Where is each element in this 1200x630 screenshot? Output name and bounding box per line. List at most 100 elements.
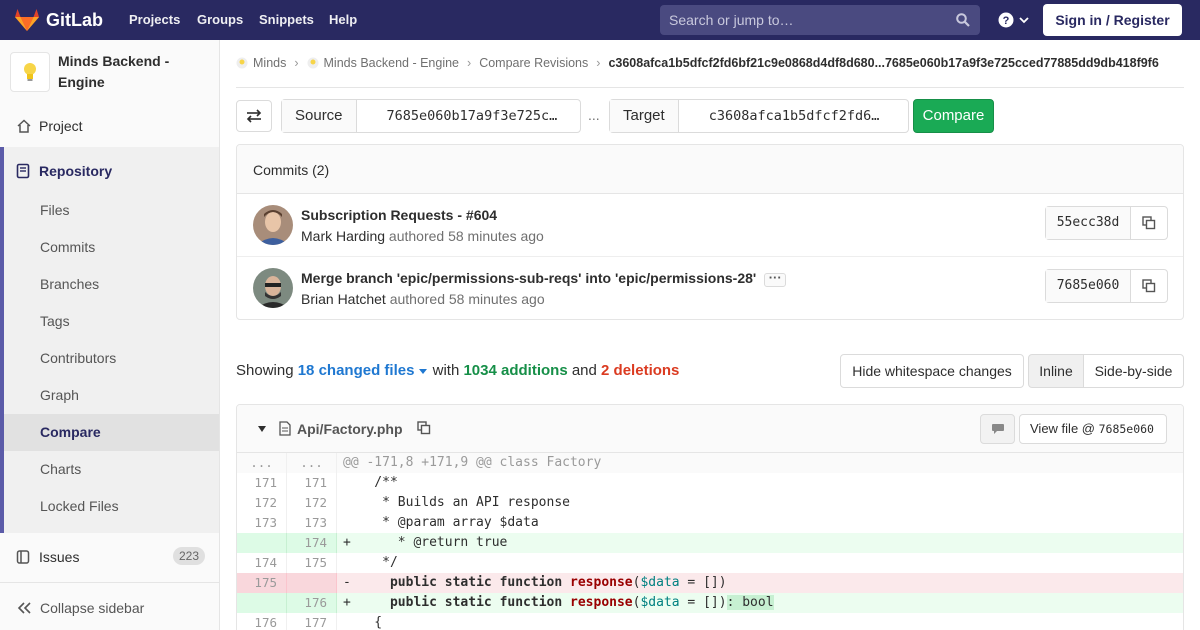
commits-title: Commits (2) (253, 162, 330, 178)
svg-text:?: ? (1003, 15, 1010, 27)
sidebar-item-issues[interactable]: Issues 223 (0, 547, 219, 567)
gitlab-logo[interactable]: GitLab (14, 8, 103, 32)
copy-icon (1142, 279, 1156, 293)
sidebar-item-tags[interactable]: Tags (40, 313, 70, 329)
sidebar-item-commits[interactable]: Commits (40, 239, 95, 255)
collapse-sidebar-label: Collapse sidebar (40, 600, 145, 616)
nav-snippets[interactable]: Snippets (259, 12, 314, 27)
signin-register-button[interactable]: Sign in / Register (1043, 4, 1182, 36)
diff-summary: Showing 18 changed files with 1034 addit… (236, 362, 679, 379)
file-header: Api/Factory.php View file @ 7685e060 (237, 405, 1183, 453)
commit-author[interactable]: Brian Hatchet (301, 291, 386, 307)
hide-whitespace-button[interactable]: Hide whitespace changes (840, 354, 1024, 388)
old-line-number[interactable]: 174 (237, 553, 287, 573)
nav-help[interactable]: Help (329, 12, 357, 27)
old-line-number[interactable]: 173 (237, 513, 287, 533)
commit-meta: Brian Hatchet authored 58 minutes ago (301, 291, 545, 307)
sidebar-item-graph[interactable]: Graph (40, 387, 79, 403)
inline-view-button[interactable]: Inline (1028, 354, 1084, 388)
sidebar-item-contributors[interactable]: Contributors (40, 350, 116, 366)
sidebar-item-branches[interactable]: Branches (40, 276, 99, 292)
help-icon: ? (998, 12, 1014, 28)
help-dropdown[interactable]: ? (998, 12, 1030, 28)
new-line-number[interactable]: 172 (287, 493, 337, 513)
toggle-comments-button[interactable] (980, 414, 1015, 444)
top-navbar: GitLab Projects Groups Snippets Help Sea… (0, 0, 1200, 40)
file-icon (279, 421, 291, 436)
chevron-down-icon (1019, 17, 1029, 24)
new-line-number[interactable]: 173 (287, 513, 337, 533)
source-revision-value[interactable]: 7685e060b17a9f3e725c… (357, 100, 558, 132)
lightbulb-icon (24, 63, 36, 81)
caret-down-icon[interactable] (257, 425, 267, 433)
avatar[interactable] (253, 268, 293, 308)
old-line-number[interactable]: 176 (237, 613, 287, 630)
diff-lines: ... ... @@ -171,8 +171,9 @@ class Factor… (237, 453, 1183, 630)
nav-groups[interactable]: Groups (197, 12, 243, 27)
commit-author[interactable]: Mark Harding (301, 228, 385, 244)
view-file-button[interactable]: View file @ 7685e060 (1019, 414, 1167, 444)
source-label: Source (282, 100, 357, 132)
summary-with: with (432, 362, 460, 379)
commit-title-text[interactable]: Merge branch 'epic/permissions-sub-reqs'… (301, 270, 756, 286)
diff-line-content: * Builds an API response (343, 495, 570, 510)
project-name[interactable]: Minds Backend - Engine (58, 51, 208, 93)
source-revision-selector[interactable]: Source 7685e060b17a9f3e725c… (281, 99, 581, 133)
diff-line-content: @@ -171,8 +171,9 @@ class Factory (343, 455, 602, 470)
breadcrumb-compare-revisions[interactable]: Compare Revisions (479, 56, 588, 70)
commits-header: Commits (2) (237, 145, 1183, 194)
new-line-number[interactable]: 175 (287, 553, 337, 573)
breadcrumb-minds[interactable]: Minds (253, 56, 286, 70)
repository-section (0, 147, 219, 533)
search-input[interactable]: Search or jump to… (660, 5, 980, 35)
file-path[interactable]: Api/Factory.php (297, 421, 403, 437)
comment-icon (991, 424, 1004, 434)
commit-title: Merge branch 'epic/permissions-sub-reqs'… (301, 270, 787, 287)
avatar[interactable] (253, 205, 293, 245)
copy-sha-button[interactable] (1131, 207, 1167, 239)
side-by-side-view-button[interactable]: Side-by-side (1083, 354, 1184, 388)
new-line-number[interactable]: 176 (287, 593, 337, 613)
deletions-count: 2 deletions (601, 362, 680, 379)
search-icon (956, 13, 970, 27)
commit-sha[interactable]: 55ecc38d (1046, 207, 1131, 239)
swap-revisions-button[interactable] (236, 100, 272, 132)
commit-title[interactable]: Subscription Requests - #604 (301, 207, 497, 223)
sidebar-item-repository[interactable]: Repository (0, 161, 219, 181)
commit-sha[interactable]: 7685e060 (1046, 270, 1131, 302)
collapse-sidebar-button[interactable]: Collapse sidebar (0, 598, 219, 618)
project-avatar-icon (307, 57, 319, 69)
new-line-number[interactable]: ... (287, 453, 337, 473)
copy-icon[interactable] (417, 421, 431, 435)
old-line-number[interactable]: ... (237, 453, 287, 473)
nav-projects[interactable]: Projects (129, 12, 180, 27)
project-avatar[interactable] (10, 52, 50, 92)
sidebar-item-files[interactable]: Files (40, 202, 70, 218)
sidebar: Minds Backend - Engine Project Repositor… (0, 40, 220, 630)
old-line-number[interactable]: 171 (237, 473, 287, 493)
user-avatar-icon (253, 268, 293, 308)
new-line-number[interactable]: 174 (287, 533, 337, 553)
old-line-number[interactable]: 172 (237, 493, 287, 513)
diff-line: 176 177 { (237, 613, 1183, 630)
sidebar-item-locked-files[interactable]: Locked Files (40, 498, 119, 514)
diff-line: 173 173 * @param array $data (237, 513, 1183, 533)
copy-sha-button[interactable] (1131, 270, 1167, 302)
summary-showing: Showing (236, 362, 294, 379)
target-revision-selector[interactable]: Target c3608afca1b5dfcf2fd6… (609, 99, 909, 133)
expand-message-button[interactable]: ··· (764, 271, 787, 287)
new-line-number[interactable]: 171 (287, 473, 337, 493)
new-line-number[interactable]: 177 (287, 613, 337, 630)
sidebar-item-charts[interactable]: Charts (40, 461, 81, 477)
diff-line-content: { (343, 615, 383, 630)
diff-line-added: 176 + public static function response($d… (237, 593, 1183, 613)
breadcrumb-current[interactable]: c3608afca1b5dfcf2fd6bf21c9e0868d4df8d680… (608, 56, 1158, 70)
old-line-number[interactable]: 175 (237, 573, 287, 593)
compare-button[interactable]: Compare (913, 99, 994, 133)
target-revision-value[interactable]: c3608afca1b5dfcf2fd6… (679, 100, 880, 132)
sidebar-item-project[interactable]: Project (0, 116, 219, 136)
changed-files-dropdown[interactable]: 18 changed files (298, 362, 429, 379)
home-icon (17, 119, 31, 133)
sidebar-item-compare[interactable]: Compare (40, 424, 101, 440)
breadcrumb-project[interactable]: Minds Backend - Engine (324, 56, 460, 70)
